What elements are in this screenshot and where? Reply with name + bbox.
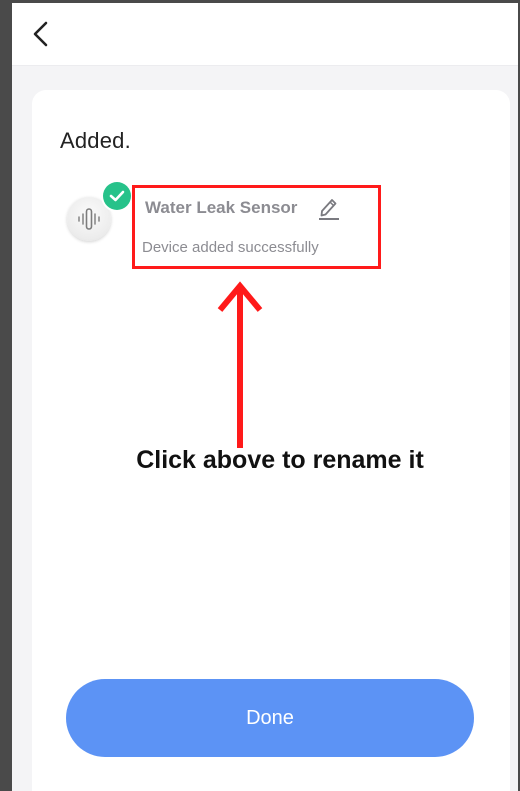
back-button[interactable] bbox=[28, 17, 56, 51]
water-leak-sensor-icon bbox=[78, 208, 100, 230]
rename-instruction: Click above to rename it bbox=[136, 446, 424, 474]
checkmark-icon bbox=[109, 190, 125, 202]
pencil-icon[interactable] bbox=[317, 195, 341, 221]
page-title: Added. bbox=[60, 128, 131, 153]
chevron-left-icon bbox=[33, 21, 48, 47]
done-button-label: Done bbox=[246, 706, 294, 729]
device-status-text: Device added successfully bbox=[142, 239, 319, 256]
device-name[interactable]: Water Leak Sensor bbox=[145, 198, 297, 218]
done-button[interactable]: Done bbox=[66, 679, 474, 757]
success-badge bbox=[103, 182, 131, 210]
rename-device-area[interactable]: Water Leak Sensor Device added successfu… bbox=[132, 185, 381, 269]
top-navigation-bar bbox=[12, 3, 518, 66]
annotation-arrow bbox=[210, 280, 270, 450]
